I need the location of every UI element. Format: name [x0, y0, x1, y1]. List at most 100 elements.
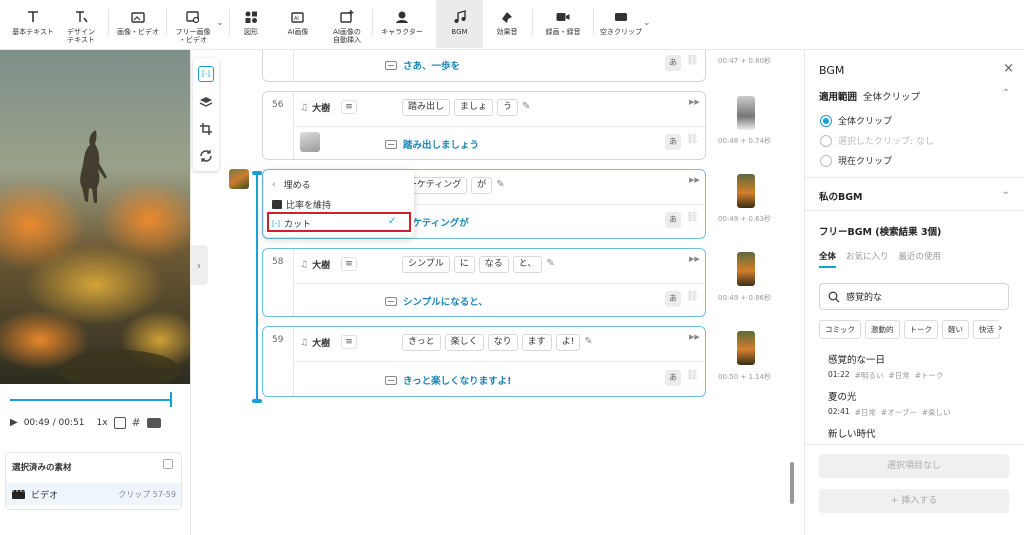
subtitle-line[interactable]: シンプルになると、	[385, 294, 488, 308]
shapes-button[interactable]: 図形	[234, 0, 268, 48]
font-button[interactable]: あ	[665, 134, 681, 150]
word-chip[interactable]: シンプル	[402, 256, 450, 273]
side-thumbnail[interactable]	[737, 252, 755, 286]
chevron-down-icon[interactable]: ⌄	[216, 18, 224, 28]
speaker[interactable]: ♫ 大樹	[300, 336, 330, 350]
free-image-video-button[interactable]: フリー画像 ・ビデオ	[170, 0, 216, 48]
fast-forward-icon[interactable]: ▶▶	[689, 98, 700, 106]
side-thumbnail[interactable]	[737, 174, 755, 208]
genre-chip[interactable]: 激動的	[865, 320, 900, 339]
fast-forward-icon[interactable]: ▶▶	[689, 333, 700, 341]
link-icon[interactable]: ⛓	[686, 212, 699, 223]
track-title[interactable]: 感覚的な一日	[828, 352, 885, 366]
layers-icon[interactable]	[198, 94, 214, 110]
subtitle-text[interactable]: 踏み出しましょう	[403, 137, 479, 151]
insert-button[interactable]: + 挿入する	[819, 489, 1009, 513]
scope-header[interactable]: 適用範囲 全体クリップ	[819, 89, 920, 103]
fit-screen-icon[interactable]	[113, 416, 126, 429]
fast-forward-icon[interactable]: ▶▶	[689, 255, 700, 263]
link-icon[interactable]: ⛓	[686, 291, 699, 302]
track-title[interactable]: 新しい時代	[828, 426, 876, 440]
grid-icon[interactable]: #	[132, 416, 141, 429]
font-button[interactable]: あ	[665, 212, 681, 228]
subtitle-line[interactable]: さあ、一歩を	[385, 58, 460, 72]
no-selection-button[interactable]: 選択項目なし	[819, 454, 1009, 478]
chevron-right-icon[interactable]: ›	[996, 321, 1003, 334]
cut-mode-icon[interactable]: [-]	[198, 66, 214, 82]
collapse-panel-button[interactable]: ›	[190, 245, 208, 285]
replace-icon[interactable]	[198, 148, 214, 164]
video-preview[interactable]	[0, 50, 190, 384]
ai-image-button[interactable]: AI AI画像	[280, 0, 316, 48]
pencil-icon[interactable]: ✎	[584, 334, 592, 351]
chevron-up-icon[interactable]: ⌃	[1002, 88, 1010, 99]
subtitle-text[interactable]: さあ、一歩を	[403, 58, 460, 72]
tab-all[interactable]: 全体	[819, 250, 837, 268]
link-icon[interactable]: ⛓	[686, 370, 699, 381]
word-chip[interactable]: ます	[521, 334, 552, 351]
clip-card[interactable]: さあ、一歩を あ ⛓	[262, 50, 706, 82]
pencil-icon[interactable]: ✎	[496, 177, 504, 194]
word-chip[interactable]: 踏み出し	[402, 99, 451, 116]
font-button[interactable]: あ	[665, 291, 681, 307]
word-chip[interactable]: なる	[478, 256, 509, 273]
link-icon[interactable]: ⛓	[686, 55, 699, 66]
genre-chip[interactable]: トーク	[903, 320, 938, 339]
character-button[interactable]: キャラクター	[376, 0, 428, 48]
speaker[interactable]: ♫ 大樹	[300, 101, 330, 115]
tab-recent[interactable]: 最近の使用	[899, 250, 942, 268]
subtitle-text[interactable]: シンプルになると、	[403, 294, 488, 308]
tab-favorites[interactable]: お気に入り	[846, 250, 889, 268]
radio-current-clip[interactable]: 現在クリップ	[820, 154, 892, 167]
radio-selected-clips[interactable]: 選択したクリップ: なし	[820, 134, 934, 147]
empty-clip-button[interactable]: 空きクリップ	[596, 0, 646, 48]
menu-icon[interactable]: ≡	[341, 335, 357, 349]
word-chip[interactable]: ましょ	[454, 99, 494, 116]
word-chip[interactable]: に	[453, 256, 475, 273]
keep-ratio-option[interactable]: 比率を維持	[272, 198, 331, 211]
clip-thumbnail[interactable]	[300, 132, 320, 152]
word-chip[interactable]: が	[471, 177, 493, 194]
media-thumbnail[interactable]	[229, 169, 249, 189]
word-chip[interactable]: と、	[512, 256, 543, 273]
clip-card[interactable]: 59 ♫ 大樹 ≡ きっと 楽しく なり ます よ! ✎ ▶▶ きっと楽しくなりま…	[262, 326, 706, 397]
clip-card[interactable]: 58 ♫ 大樹 ≡ シンプル に なる と、 ✎ ▶▶ シンプルになると、 あ ⛓	[262, 248, 706, 317]
sound-effect-button[interactable]: 効果音	[488, 0, 526, 48]
fill-option[interactable]: ‹ 埋める	[272, 178, 311, 192]
play-icon[interactable]: ▶	[10, 417, 18, 428]
external-link-icon[interactable]	[163, 459, 173, 469]
scrollbar[interactable]	[790, 462, 794, 504]
close-icon[interactable]: ×	[1003, 61, 1014, 76]
fast-forward-icon[interactable]: ▶▶	[689, 176, 700, 184]
selection-bracket[interactable]	[252, 171, 262, 403]
genre-chip[interactable]: コミック	[819, 320, 861, 339]
word-chip[interactable]: 楽しく	[444, 334, 484, 351]
track-title[interactable]: 夏の光	[828, 389, 857, 403]
menu-icon[interactable]: ≡	[341, 100, 357, 114]
record-button[interactable]: 録画・録音	[538, 0, 588, 48]
chevron-down-icon[interactable]: ⌄	[643, 18, 651, 28]
basic-text-button[interactable]: 基本テキスト	[8, 0, 58, 48]
speaker[interactable]: ♫ 大樹	[300, 258, 330, 272]
bgm-search-input[interactable]: 感覚的な	[819, 283, 1009, 310]
design-text-button[interactable]: デザイン テキスト	[60, 0, 102, 48]
cut-option[interactable]: [-] カット	[272, 217, 311, 231]
genre-chip[interactable]: 軽い	[942, 320, 969, 339]
seek-handle[interactable]	[170, 392, 172, 407]
clip-card[interactable]: 56 ♫ 大樹 ≡ 踏み出し ましょ う ✎ ▶▶ 踏み出しましょう あ ⛓	[262, 91, 706, 160]
word-chip[interactable]: う	[497, 99, 519, 116]
subtitle-line[interactable]: 踏み出しましょう	[385, 137, 479, 151]
font-button[interactable]: あ	[665, 370, 681, 386]
seek-bar[interactable]	[10, 399, 172, 401]
radio-all-clips[interactable]: 全体クリップ	[820, 114, 892, 127]
chevron-down-icon[interactable]: ⌄	[1002, 186, 1010, 197]
ai-auto-insert-button[interactable]: AI画像の 自動挿入	[326, 0, 368, 48]
selected-material-row[interactable]: ビデオ クリップ 57-59	[6, 483, 181, 505]
pencil-icon[interactable]: ✎	[522, 99, 530, 116]
subtitle-text[interactable]: きっと楽しくなりますよ!	[403, 373, 511, 387]
crop-icon[interactable]	[198, 121, 214, 137]
subtitle-line[interactable]: きっと楽しくなりますよ!	[385, 373, 511, 387]
side-thumbnail[interactable]	[737, 96, 755, 130]
speed-button[interactable]: 1x	[96, 418, 107, 428]
my-bgm-header[interactable]: 私のBGM	[819, 189, 863, 203]
